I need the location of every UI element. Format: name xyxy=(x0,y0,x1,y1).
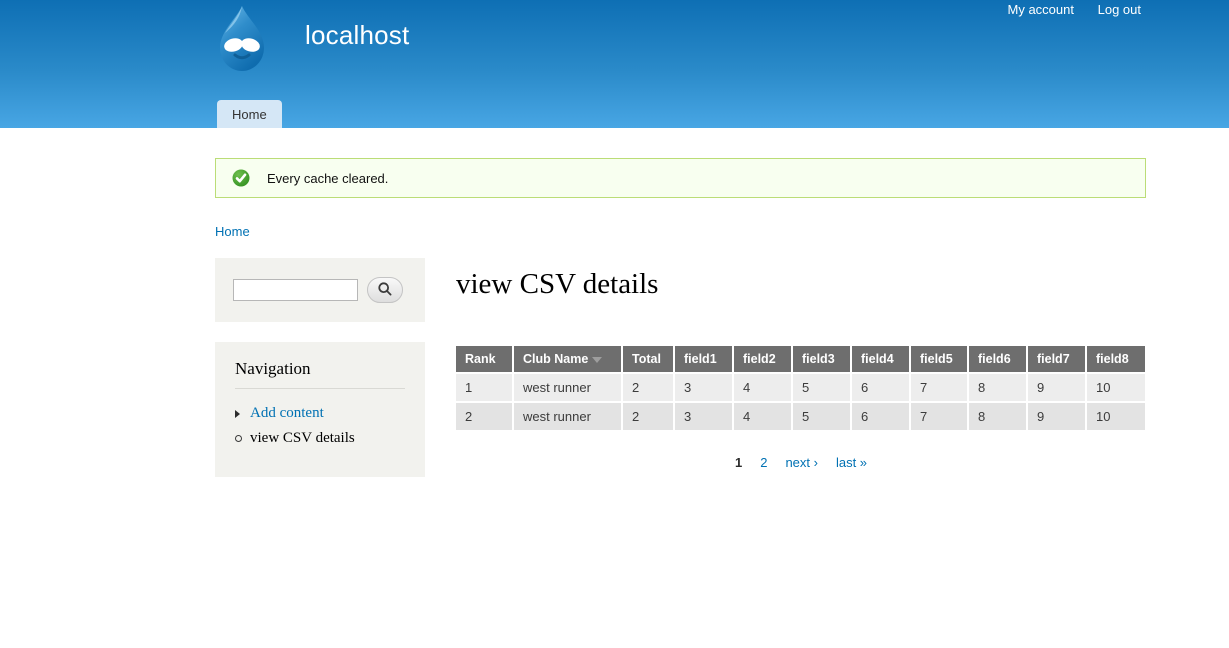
table-cell: 8 xyxy=(967,401,1026,431)
table-cell: 9 xyxy=(1026,401,1085,431)
table-header-row: Rank Club Name Total field1 field2 field3 fiel… xyxy=(456,346,1145,373)
tab-home[interactable]: Home xyxy=(217,100,282,128)
column-header-label: field5 xyxy=(920,352,953,367)
table-row: 2 west runner 2 3 4 5 6 7 8 9 10 xyxy=(456,401,1145,431)
main-content: view CSV details Rank Club Name Total field… xyxy=(456,258,1146,470)
column-header-label: Total xyxy=(632,352,661,367)
sort-desc-arrow-icon xyxy=(592,357,603,364)
menu-collapsed-icon xyxy=(235,410,250,418)
column-header-club-name[interactable]: Club Name xyxy=(512,346,621,373)
column-header-label: field1 xyxy=(684,352,717,367)
column-header-field8[interactable]: field8 xyxy=(1085,346,1145,373)
pager-next-link[interactable]: next › xyxy=(785,455,818,470)
pager-page-2-link[interactable]: 2 xyxy=(760,455,767,470)
column-header-label: field4 xyxy=(861,352,894,367)
nav-link[interactable]: view CSV details xyxy=(250,430,355,447)
pager-current: 1 xyxy=(734,455,743,471)
logout-link[interactable]: Log out xyxy=(1098,2,1141,17)
column-header-total[interactable]: Total xyxy=(621,346,673,373)
nav-link[interactable]: Add content xyxy=(250,405,324,422)
column-header-field5[interactable]: field5 xyxy=(909,346,967,373)
drupal-logo-icon[interactable] xyxy=(209,5,275,73)
table-cell: west runner xyxy=(512,401,621,431)
table-cell: 7 xyxy=(909,401,967,431)
menu-leaf-icon xyxy=(235,435,250,442)
status-message-text: Every cache cleared. xyxy=(267,170,389,186)
main-menu: Home xyxy=(217,100,282,128)
table-cell: 3 xyxy=(673,372,732,402)
table-cell: 1 xyxy=(456,372,512,402)
navigation-block-title: Navigation xyxy=(235,359,405,389)
sidebar: Navigation Add content view CSV details xyxy=(215,258,425,477)
nav-item: view CSV details xyxy=(235,426,405,451)
table-cell: 10 xyxy=(1085,401,1145,431)
table-row: 1 west runner 2 3 4 5 6 7 8 9 10 xyxy=(456,372,1145,402)
column-header-field7[interactable]: field7 xyxy=(1026,346,1085,373)
breadcrumb-home-link[interactable]: Home xyxy=(215,224,250,239)
csv-table: Rank Club Name Total field1 field2 field3 fiel… xyxy=(456,346,1145,431)
table-body: 1 west runner 2 3 4 5 6 7 8 9 10 2 west runner 2 3 4 5 6 7… xyxy=(456,372,1145,431)
table-cell: 3 xyxy=(673,401,732,431)
table-cell: 4 xyxy=(732,372,791,402)
column-header-label: Club Name xyxy=(523,352,589,367)
table-cell: 5 xyxy=(791,372,850,402)
table-cell: 2 xyxy=(621,401,673,431)
column-header-rank[interactable]: Rank xyxy=(456,346,512,373)
site-header: My account Log out localhost Home xyxy=(0,0,1229,128)
table-cell: 6 xyxy=(850,401,909,431)
column-header-field3[interactable]: field3 xyxy=(791,346,850,373)
column-header-field6[interactable]: field6 xyxy=(967,346,1026,373)
table-cell: 7 xyxy=(909,372,967,402)
column-header-label: field2 xyxy=(743,352,776,367)
status-message: Every cache cleared. xyxy=(215,158,1146,198)
navigation-menu: Add content view CSV details xyxy=(235,401,405,451)
site-name[interactable]: localhost xyxy=(305,20,409,51)
table-cell: west runner xyxy=(512,372,621,402)
table-cell: 8 xyxy=(967,372,1026,402)
search-icon xyxy=(377,281,393,300)
search-block xyxy=(215,258,425,322)
secondary-menu: My account Log out xyxy=(988,2,1141,17)
breadcrumb: Home xyxy=(215,224,1229,239)
column-header-field2[interactable]: field2 xyxy=(732,346,791,373)
table-cell: 10 xyxy=(1085,372,1145,402)
my-account-link[interactable]: My account xyxy=(1008,2,1074,17)
column-header-label: field3 xyxy=(802,352,835,367)
pager-last-link[interactable]: last » xyxy=(836,455,867,470)
table-cell: 2 xyxy=(456,401,512,431)
table-cell: 9 xyxy=(1026,372,1085,402)
table-cell: 2 xyxy=(621,372,673,402)
page-title: view CSV details xyxy=(456,268,659,300)
pager: 1 2 next › last » xyxy=(456,455,1146,470)
table-cell: 5 xyxy=(791,401,850,431)
navigation-block: Navigation Add content view CSV details xyxy=(215,342,425,477)
content-columns: Navigation Add content view CSV details v… xyxy=(215,258,1146,477)
status-check-icon xyxy=(232,169,250,187)
column-header-label: Rank xyxy=(465,352,496,367)
nav-item: Add content xyxy=(235,401,405,426)
search-button[interactable] xyxy=(367,277,403,303)
column-header-field4[interactable]: field4 xyxy=(850,346,909,373)
column-header-field1[interactable]: field1 xyxy=(673,346,732,373)
table-cell: 6 xyxy=(850,372,909,402)
column-header-label: field7 xyxy=(1037,352,1070,367)
search-input[interactable] xyxy=(233,279,358,301)
column-header-label: field6 xyxy=(978,352,1011,367)
table-cell: 4 xyxy=(732,401,791,431)
column-header-label: field8 xyxy=(1096,352,1129,367)
